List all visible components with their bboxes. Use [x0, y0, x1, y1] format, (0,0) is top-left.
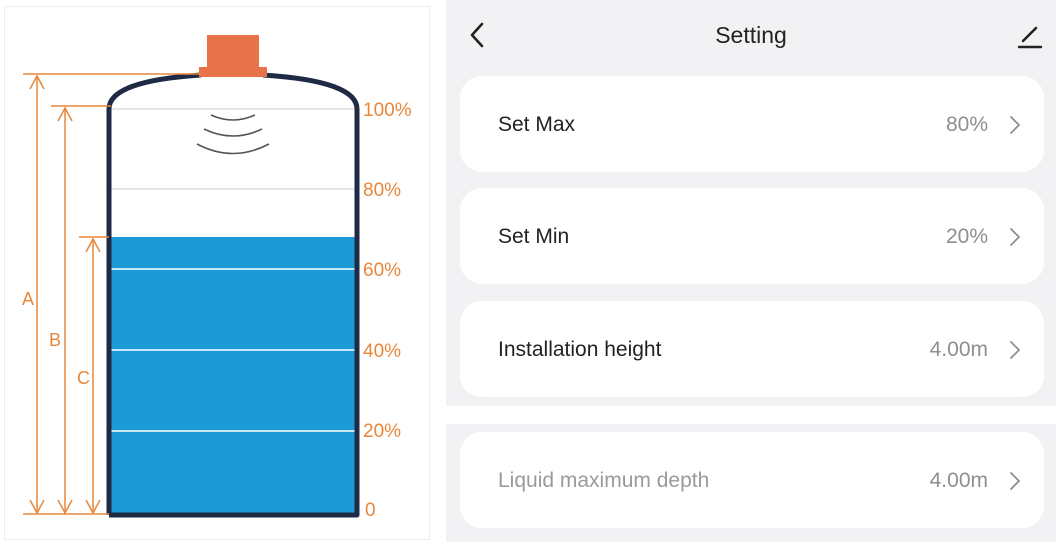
percent-label-80: 80% [363, 180, 402, 201]
setting-row-set-min[interactable]: Set Min 20% [460, 188, 1044, 284]
setting-label: Set Max [498, 113, 576, 136]
setting-row-installation-height[interactable]: Installation height 4.00m [460, 301, 1044, 397]
tank-diagram: 100% 80% 60% 40% 20% 0 A B C [4, 6, 430, 540]
signal-wave-icon [210, 114, 256, 121]
setting-label: Set Min [498, 225, 570, 248]
setting-value: 4.00m [929, 469, 988, 492]
signal-wave-2 [203, 128, 263, 137]
section-separator [446, 406, 1056, 424]
sensor-body [207, 35, 259, 67]
chevron-right-icon [1010, 116, 1020, 134]
percent-label-60: 60% [363, 260, 402, 281]
page-title: Setting [715, 22, 787, 48]
percent-label-0: 0 [365, 500, 376, 521]
setting-value: 4.00m [929, 338, 988, 361]
chevron-right-icon [1010, 228, 1020, 246]
setting-value: 80% [945, 113, 988, 136]
setting-row-liquid-max-depth[interactable]: Liquid maximum depth 4.00m [460, 432, 1044, 528]
setting-label: Installation height [498, 338, 662, 361]
setting-label: Liquid maximum depth [498, 469, 710, 492]
dimension-label-a: A [22, 289, 35, 309]
setting-row-set-max[interactable]: Set Max 80% [460, 76, 1044, 172]
dimension-label-b: B [49, 330, 62, 350]
chevron-right-icon [1010, 472, 1020, 490]
signal-wave-3 [196, 143, 270, 155]
sensor-mount [199, 67, 267, 77]
dimension-label-c: C [77, 368, 90, 388]
percent-label-100: 100% [363, 100, 412, 121]
nav-header: Setting [446, 0, 1056, 72]
percent-label-20: 20% [363, 421, 402, 442]
pencil-icon[interactable] [1016, 22, 1044, 50]
chevron-right-icon [1010, 341, 1020, 359]
settings-screen: Setting Set Max 80% Set Min 20% Installa… [446, 0, 1056, 542]
liquid-fill [109, 237, 357, 515]
percent-label-40: 40% [363, 341, 402, 362]
setting-value: 20% [945, 225, 988, 248]
